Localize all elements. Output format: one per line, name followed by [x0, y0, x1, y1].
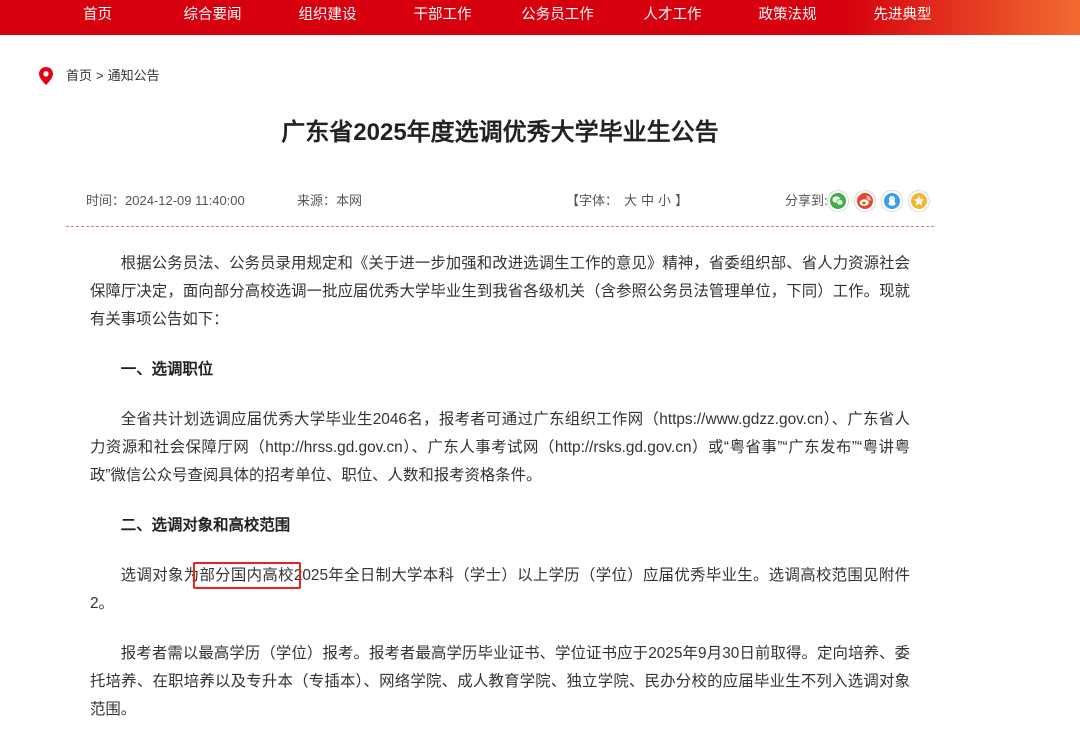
share-bar: 分享到: — [785, 190, 931, 212]
breadcrumb-home-link[interactable]: 首页 — [66, 68, 92, 83]
weibo-icon — [857, 193, 873, 209]
paragraph: 选调对象为部分国内高校2025年全日制大学本科（学士）以上学历（学位）应届优秀毕… — [90, 562, 910, 618]
section-heading-eligibility: 二、选调对象和高校范围 — [120, 517, 291, 534]
font-size-switcher: 【字体： 大中小】 — [566, 191, 688, 211]
content-area: 首页 > 通知公告 广东省2025年度选调优秀大学毕业生公告 时间：2024-12-… — [39, 0, 934, 736]
article-source: 来源：本网 — [297, 193, 363, 208]
qq-icon — [884, 193, 900, 209]
highlighted-text-annotation: 部分国内高校 — [199, 567, 294, 584]
share-qzone-button[interactable] — [908, 190, 930, 212]
wechat-icon — [830, 193, 846, 209]
publish-time: 时间：2024-12-09 11:40:00 — [86, 193, 245, 208]
paragraph: 报考者需以最高学历（学位）报考。报考者最高学历毕业证书、学位证书应于2025年9… — [90, 645, 910, 718]
meta-divider — [66, 226, 934, 227]
font-size-large-button[interactable]: 大 — [624, 193, 637, 208]
location-pin-icon — [39, 67, 53, 85]
font-size-medium-button[interactable]: 中 — [641, 193, 654, 208]
share-weibo-button[interactable] — [854, 190, 876, 212]
breadcrumb-current-link[interactable]: 通知公告 — [108, 68, 160, 83]
font-size-label: 【字体： — [566, 193, 619, 208]
article-title: 广东省2025年度选调优秀大学毕业生公告 — [281, 119, 719, 146]
breadcrumb-separator: > — [96, 68, 104, 83]
breadcrumb: 首页 > 通知公告 — [39, 66, 160, 86]
article-body: 根据公务员法、公务员录用规定和《关于进一步加强和改进选调生工作的意见》精神，省委… — [90, 250, 910, 746]
paragraph-text: 选调对象为 — [120, 567, 200, 584]
section-heading-positions: 一、选调职位 — [120, 361, 214, 378]
font-size-bracket-close: 】 — [675, 193, 689, 208]
share-wechat-button[interactable] — [827, 190, 849, 212]
share-qq-button[interactable] — [881, 190, 903, 212]
article-meta: 时间：2024-12-09 11:40:00 来源：本网 【字体： 大中小】 分享… — [66, 190, 934, 212]
qzone-icon — [911, 193, 927, 209]
font-size-small-button[interactable]: 小 — [658, 193, 671, 208]
paragraph: 全省共计划选调应届优秀大学毕业生2046名，报考者可通过广东组织工作网（http… — [90, 411, 910, 484]
share-label: 分享到: — [785, 193, 828, 208]
intro-paragraph: 根据公务员法、公务员录用规定和《关于进一步加强和改进选调生工作的意见》精神，省委… — [90, 255, 910, 328]
